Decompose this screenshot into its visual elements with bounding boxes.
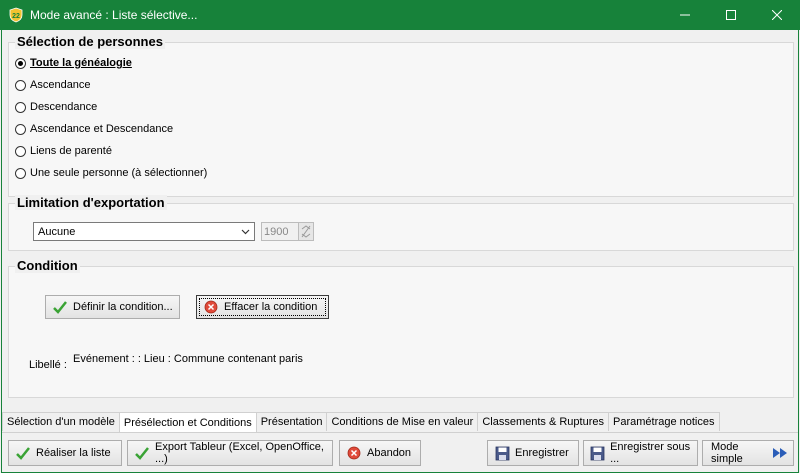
- define-condition-button[interactable]: Définir la condition...: [45, 295, 180, 319]
- floppy-disk-icon: [590, 445, 605, 461]
- dialog-content: Sélection de personnes Toute la généalog…: [1, 30, 799, 473]
- checkmark-icon: [52, 299, 68, 315]
- limitation-select-value: Aucune: [38, 226, 76, 238]
- close-button[interactable]: [754, 0, 800, 30]
- fast-forward-icon: [772, 445, 788, 461]
- radio-ascendance[interactable]: Ascendance: [15, 79, 91, 91]
- save-as-label: Enregistrer sous ...: [610, 441, 691, 465]
- export-spreadsheet-label: Export Tableur (Excel, OpenOffice, ...): [155, 441, 324, 465]
- cancel-icon: [346, 445, 362, 461]
- tab-label: Sélection d'un modèle: [7, 416, 115, 428]
- libelle-label: Libellé :: [29, 359, 67, 371]
- limitation-title: Limitation d'exportation: [15, 195, 167, 210]
- tabs-divider: [2, 432, 798, 433]
- abort-label: Abandon: [367, 447, 412, 459]
- clear-icon: [203, 299, 219, 315]
- radio-label: Une seule personne (à sélectionner): [30, 167, 208, 179]
- tab-label: Présélection et Conditions: [123, 417, 252, 429]
- radio-dot: [15, 145, 26, 157]
- tab-presentation[interactable]: Présentation: [255, 412, 328, 431]
- radio-all-genealogy[interactable]: Toute la généalogie: [15, 57, 132, 69]
- tab-label: Conditions de Mise en valeur: [331, 416, 474, 428]
- condition-title: Condition: [15, 258, 80, 273]
- selection-title: Sélection de personnes: [15, 34, 165, 49]
- simple-mode-label: Mode simple: [711, 441, 743, 465]
- spinner-arrows-icon: [301, 225, 311, 238]
- radio-kinship[interactable]: Liens de parenté: [15, 145, 112, 157]
- tab-preselection-conditions[interactable]: Présélection et Conditions: [118, 412, 257, 433]
- radio-descendance[interactable]: Descendance: [15, 101, 97, 113]
- limitation-select[interactable]: Aucune: [33, 222, 255, 241]
- condition-group: Condition Définir la condition... Efface…: [8, 258, 794, 398]
- svg-text:22: 22: [12, 13, 20, 20]
- run-list-label: Réaliser la liste: [36, 447, 111, 459]
- simple-mode-button[interactable]: Mode simple: [702, 440, 794, 466]
- define-condition-label: Définir la condition...: [73, 301, 173, 313]
- minimize-icon: [680, 14, 690, 16]
- app-shield-icon: 22: [8, 7, 24, 23]
- radio-dot: [15, 79, 26, 91]
- close-icon: [772, 10, 782, 20]
- radio-label: Ascendance et Descendance: [30, 123, 174, 135]
- chevron-down-icon: [241, 229, 250, 235]
- tab-notice-settings[interactable]: Paramétrage notices: [608, 412, 720, 431]
- window-title: Mode avancé : Liste sélective...: [30, 8, 198, 22]
- checkmark-icon: [15, 445, 31, 461]
- export-spreadsheet-button[interactable]: Export Tableur (Excel, OpenOffice, ...): [127, 440, 333, 466]
- maximize-icon: [726, 10, 736, 20]
- year-input[interactable]: 1900: [261, 222, 299, 241]
- tab-label: Présentation: [260, 416, 323, 428]
- save-button[interactable]: Enregistrer: [487, 440, 579, 466]
- tab-label: Paramétrage notices: [613, 416, 715, 428]
- checkmark-icon: [134, 445, 150, 461]
- year-spinner[interactable]: [298, 222, 314, 241]
- title-bar: 22 Mode avancé : Liste sélective...: [0, 0, 800, 30]
- floppy-disk-icon: [494, 445, 510, 461]
- tab-sorting-breaks[interactable]: Classements & Ruptures: [477, 412, 609, 431]
- radio-label: Liens de parenté: [30, 145, 112, 157]
- radio-label: Descendance: [30, 101, 98, 113]
- radio-dot: [15, 123, 26, 135]
- clear-condition-label: Effacer la condition: [224, 301, 318, 313]
- radio-ascendance-descendance[interactable]: Ascendance et Descendance: [15, 123, 173, 135]
- clear-condition-button[interactable]: Effacer la condition: [196, 295, 329, 319]
- radio-label: Ascendance: [30, 79, 91, 91]
- tab-strip: Sélection d'un modèle Présélection et Co…: [2, 412, 720, 433]
- tab-model-selection[interactable]: Sélection d'un modèle: [2, 412, 120, 431]
- libelle-value: Evénement : : Lieu : Commune contenant p…: [73, 353, 303, 365]
- radio-dot: [15, 101, 26, 113]
- save-as-button[interactable]: Enregistrer sous ...: [583, 440, 698, 466]
- radio-label: Toute la généalogie: [30, 57, 132, 69]
- limitation-group: Limitation d'exportation Aucune 1900: [8, 195, 794, 251]
- maximize-button[interactable]: [708, 0, 754, 30]
- save-label: Enregistrer: [515, 447, 569, 459]
- minimize-button[interactable]: [662, 0, 708, 30]
- radio-dot: [15, 167, 26, 179]
- tab-highlight-conditions[interactable]: Conditions de Mise en valeur: [326, 412, 479, 431]
- radio-single-person[interactable]: Une seule personne (à sélectionner): [15, 167, 207, 179]
- run-list-button[interactable]: Réaliser la liste: [8, 440, 122, 466]
- selection-group: Sélection de personnes Toute la généalog…: [8, 34, 794, 197]
- tab-label: Classements & Ruptures: [482, 416, 604, 428]
- abort-button[interactable]: Abandon: [339, 440, 421, 466]
- radio-dot: [15, 57, 26, 69]
- year-value: 1900: [264, 226, 289, 238]
